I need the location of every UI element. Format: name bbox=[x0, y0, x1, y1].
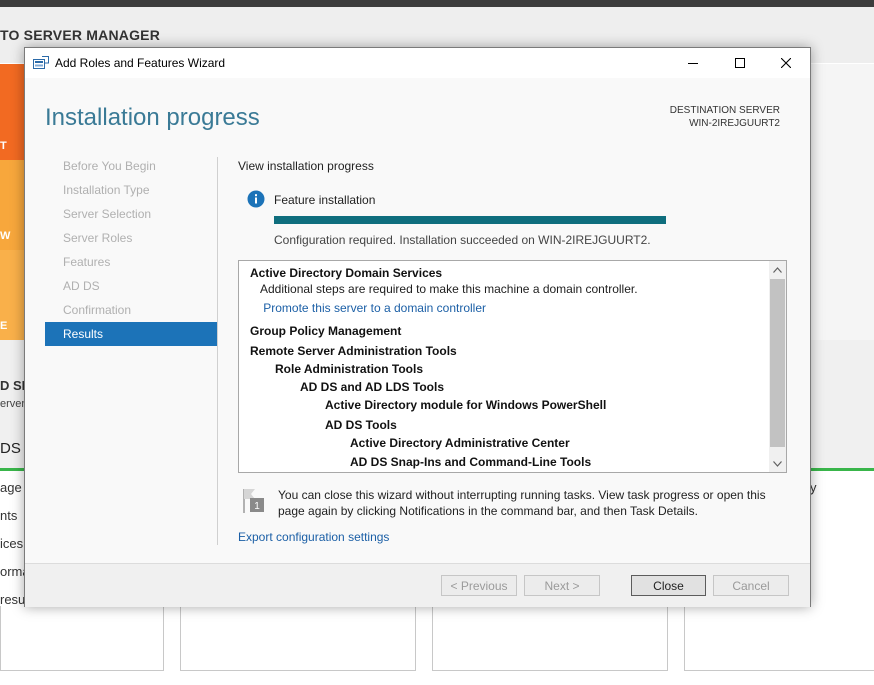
nav-step-server-selection[interactable]: Server Selection bbox=[45, 202, 217, 226]
scroll-up-button[interactable] bbox=[769, 261, 786, 278]
result-item: Role Administration Tools bbox=[275, 362, 424, 376]
next-button[interactable]: Next > bbox=[524, 575, 600, 596]
tile-letter: W bbox=[0, 230, 11, 242]
info-icon bbox=[247, 190, 265, 208]
wizard-window-title: Add Roles and Features Wizard bbox=[55, 56, 226, 70]
server-manager-app-icon bbox=[33, 56, 49, 69]
result-item: Group Policy Management bbox=[250, 324, 402, 338]
tile-whats-new[interactable]: W bbox=[0, 160, 25, 250]
nav-step-installation-type[interactable]: Installation Type bbox=[45, 178, 217, 202]
close-icon bbox=[781, 58, 791, 68]
bg-list-item[interactable]: age bbox=[0, 480, 22, 495]
ad-ds-tile-title[interactable]: DS bbox=[0, 440, 21, 457]
minimize-icon bbox=[688, 63, 698, 64]
server-manager-top-bar bbox=[0, 0, 874, 7]
close-button[interactable]: Close bbox=[631, 575, 706, 596]
destination-server-name: WIN-2IREJGUURT2 bbox=[689, 118, 780, 129]
bg-tile-card bbox=[0, 606, 164, 671]
nav-divider bbox=[217, 157, 218, 545]
status-green-bar bbox=[0, 468, 25, 471]
minimize-button[interactable] bbox=[670, 48, 716, 78]
results-list-box[interactable]: Active Directory Domain Services Addition… bbox=[238, 260, 787, 473]
result-item: Active Directory module for Windows Powe… bbox=[325, 398, 607, 412]
result-item: AD DS and AD LDS Tools bbox=[300, 380, 444, 394]
chevron-up-icon bbox=[773, 266, 782, 273]
feature-installation-label: Feature installation bbox=[274, 193, 376, 207]
bg-tile-card bbox=[684, 606, 874, 671]
page-title: Installation progress bbox=[45, 104, 260, 131]
server-manager-welcome-title: TO SERVER MANAGER bbox=[0, 27, 161, 43]
wizard-steps-nav: Before You Begin Installation Type Serve… bbox=[45, 154, 217, 346]
result-item: AD DS Tools bbox=[325, 418, 397, 432]
scroll-down-button[interactable] bbox=[769, 455, 786, 472]
tile-learn-more[interactable]: E bbox=[0, 250, 25, 340]
result-item: Active Directory Domain Services bbox=[250, 266, 443, 280]
bg-tile-card bbox=[180, 606, 416, 671]
scrollbar-thumb[interactable] bbox=[770, 279, 785, 447]
promote-domain-controller-link[interactable]: Promote this server to a domain controll… bbox=[263, 301, 486, 315]
export-configuration-link[interactable]: Export configuration settings bbox=[238, 530, 389, 544]
view-progress-label: View installation progress bbox=[238, 159, 374, 173]
nav-step-before-you-begin[interactable]: Before You Begin bbox=[45, 154, 217, 178]
maximize-button[interactable] bbox=[717, 48, 763, 78]
result-item: Additional steps are required to make th… bbox=[260, 282, 638, 296]
destination-server-label: DESTINATION SERVER bbox=[669, 105, 780, 116]
wizard-content: Installation progress DESTINATION SERVER… bbox=[25, 78, 810, 563]
bg-list-item[interactable]: resu bbox=[0, 592, 25, 607]
roles-section-subheading: erver bbox=[0, 398, 26, 410]
add-roles-wizard-window: Add Roles and Features Wizard Installati… bbox=[24, 47, 811, 607]
nav-step-server-roles[interactable]: Server Roles bbox=[45, 226, 217, 250]
quick-start-tiles: T W E bbox=[0, 64, 25, 340]
cancel-button[interactable]: Cancel bbox=[713, 575, 789, 596]
results-scrollbar[interactable] bbox=[769, 261, 786, 472]
chevron-down-icon bbox=[773, 460, 782, 467]
bg-tile-card bbox=[432, 606, 668, 671]
window-close-button[interactable] bbox=[763, 48, 809, 78]
maximize-icon bbox=[735, 58, 745, 68]
server-manager-right-panel bbox=[810, 64, 874, 340]
result-item: AD DS Snap-Ins and Command-Line Tools bbox=[350, 455, 592, 469]
status-green-bar bbox=[810, 468, 874, 471]
nav-step-features[interactable]: Features bbox=[45, 250, 217, 274]
result-item: Remote Server Administration Tools bbox=[250, 344, 457, 358]
nav-step-results[interactable]: Results bbox=[45, 322, 217, 346]
bg-list-item[interactable]: nts bbox=[0, 508, 17, 523]
bg-list-item[interactable]: ices bbox=[0, 536, 23, 551]
wizard-footer: < Previous Next > Close Cancel bbox=[25, 563, 810, 607]
wizard-title-bar[interactable]: Add Roles and Features Wizard bbox=[25, 48, 810, 78]
tile-letter: E bbox=[0, 320, 8, 332]
tile-letter: T bbox=[0, 140, 7, 152]
nav-step-confirmation[interactable]: Confirmation bbox=[45, 298, 217, 322]
installation-status-text: Configuration required. Installation suc… bbox=[274, 233, 651, 247]
result-item: Active Directory Administrative Center bbox=[350, 436, 570, 450]
previous-button[interactable]: < Previous bbox=[441, 575, 517, 596]
installation-progress-bar bbox=[274, 216, 666, 224]
progress-bar-fill bbox=[274, 216, 666, 224]
notification-flag-icon: 1 bbox=[243, 489, 264, 513]
flag-badge-count: 1 bbox=[254, 501, 260, 512]
nav-step-ad-ds[interactable]: AD DS bbox=[45, 274, 217, 298]
tile-configure[interactable]: T bbox=[0, 64, 25, 160]
close-wizard-notice: You can close this wizard without interr… bbox=[278, 488, 766, 518]
destination-server-info: DESTINATION SERVER WIN-2IREJGUURT2 bbox=[670, 104, 780, 130]
